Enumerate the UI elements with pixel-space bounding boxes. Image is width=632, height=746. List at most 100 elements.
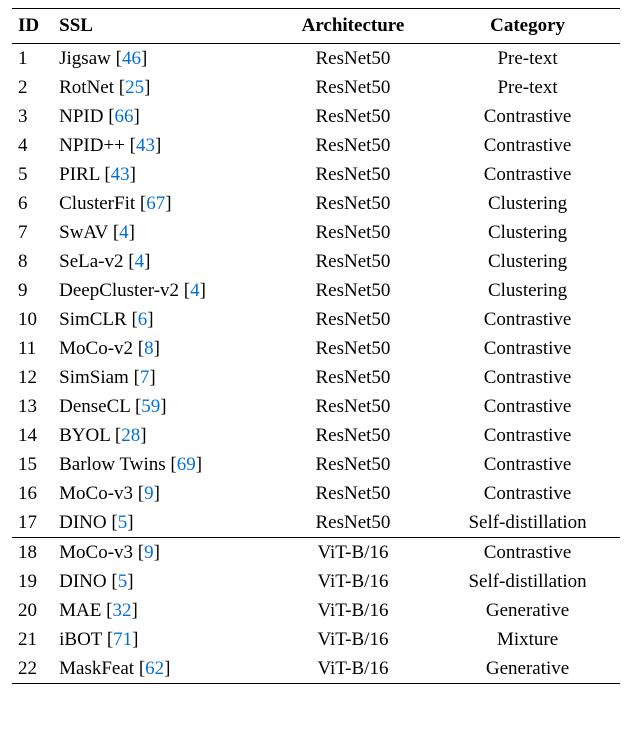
cell-category: Contrastive bbox=[435, 102, 620, 131]
cell-architecture: ResNet50 bbox=[271, 189, 435, 218]
ssl-method-name: MoCo-v3 bbox=[59, 483, 133, 504]
table-row: 12SimSiam [7]ResNet50Contrastive bbox=[12, 363, 620, 392]
citation-link[interactable]: 7 bbox=[140, 367, 150, 388]
ssl-method-name: ClusterFit bbox=[59, 193, 135, 214]
table-row: 9DeepCluster-v2 [4]ResNet50Clustering bbox=[12, 276, 620, 305]
cell-category: Contrastive bbox=[435, 392, 620, 421]
cell-category: Contrastive bbox=[435, 479, 620, 508]
table-row: 20MAE [32]ViT-B/16Generative bbox=[12, 596, 620, 625]
ssl-method-name: SeLa-v2 bbox=[59, 251, 123, 272]
cell-architecture: ViT-B/16 bbox=[271, 538, 435, 568]
table-row: 2RotNet [25]ResNet50Pre-text bbox=[12, 73, 620, 102]
cell-ssl: DeepCluster-v2 [4] bbox=[55, 276, 271, 305]
cell-category: Contrastive bbox=[435, 160, 620, 189]
cell-category: Contrastive bbox=[435, 450, 620, 479]
table-row: 6ClusterFit [67]ResNet50Clustering bbox=[12, 189, 620, 218]
cell-category: Contrastive bbox=[435, 538, 620, 568]
citation-link[interactable]: 66 bbox=[115, 106, 134, 127]
table-row: 7SwAV [4]ResNet50Clustering bbox=[12, 218, 620, 247]
cell-architecture: ResNet50 bbox=[271, 392, 435, 421]
cell-ssl: RotNet [25] bbox=[55, 73, 271, 102]
cell-id: 17 bbox=[12, 508, 55, 538]
table-row: 3NPID [66]ResNet50Contrastive bbox=[12, 102, 620, 131]
ssl-method-name: SwAV bbox=[59, 222, 108, 243]
cell-architecture: ResNet50 bbox=[271, 218, 435, 247]
citation-link[interactable]: 28 bbox=[121, 425, 140, 446]
cell-id: 5 bbox=[12, 160, 55, 189]
cell-ssl: MAE [32] bbox=[55, 596, 271, 625]
ssl-method-name: RotNet bbox=[59, 77, 114, 98]
citation-link[interactable]: 25 bbox=[125, 77, 144, 98]
cell-architecture: ResNet50 bbox=[271, 160, 435, 189]
ssl-method-name: MoCo-v2 bbox=[59, 338, 133, 359]
cell-id: 14 bbox=[12, 421, 55, 450]
cell-category: Clustering bbox=[435, 276, 620, 305]
citation-link[interactable]: 32 bbox=[112, 600, 131, 621]
cell-id: 16 bbox=[12, 479, 55, 508]
citation-link[interactable]: 5 bbox=[118, 571, 128, 592]
ssl-method-name: NPID++ bbox=[59, 135, 125, 156]
table-row: 10SimCLR [6]ResNet50Contrastive bbox=[12, 305, 620, 334]
citation-link[interactable]: 4 bbox=[135, 251, 145, 272]
cell-architecture: ResNet50 bbox=[271, 44, 435, 74]
citation-link[interactable]: 43 bbox=[136, 135, 155, 156]
citation-link[interactable]: 9 bbox=[144, 483, 154, 504]
cell-id: 4 bbox=[12, 131, 55, 160]
citation-link[interactable]: 43 bbox=[111, 164, 130, 185]
citation-link[interactable]: 8 bbox=[144, 338, 154, 359]
citation-link[interactable]: 4 bbox=[119, 222, 129, 243]
ssl-method-name: DINO bbox=[59, 512, 107, 533]
cell-id: 1 bbox=[12, 44, 55, 74]
table-row: 8SeLa-v2 [4]ResNet50Clustering bbox=[12, 247, 620, 276]
cell-category: Contrastive bbox=[435, 421, 620, 450]
cell-ssl: SimCLR [6] bbox=[55, 305, 271, 334]
ssl-method-name: iBOT bbox=[59, 629, 102, 650]
cell-id: 22 bbox=[12, 654, 55, 684]
citation-link[interactable]: 46 bbox=[122, 48, 141, 69]
ssl-method-name: DenseCL bbox=[59, 396, 130, 417]
cell-architecture: ViT-B/16 bbox=[271, 567, 435, 596]
cell-ssl: SimSiam [7] bbox=[55, 363, 271, 392]
citation-link[interactable]: 71 bbox=[113, 629, 132, 650]
cell-ssl: PIRL [43] bbox=[55, 160, 271, 189]
cell-ssl: NPID [66] bbox=[55, 102, 271, 131]
cell-architecture: ResNet50 bbox=[271, 305, 435, 334]
table-row: 11MoCo-v2 [8]ResNet50Contrastive bbox=[12, 334, 620, 363]
cell-architecture: ResNet50 bbox=[271, 479, 435, 508]
header-architecture: Architecture bbox=[271, 9, 435, 44]
citation-link[interactable]: 59 bbox=[141, 396, 160, 417]
cell-id: 21 bbox=[12, 625, 55, 654]
cell-architecture: ResNet50 bbox=[271, 450, 435, 479]
citation-link[interactable]: 4 bbox=[190, 280, 200, 301]
cell-ssl: SwAV [4] bbox=[55, 218, 271, 247]
citation-link[interactable]: 62 bbox=[145, 658, 164, 679]
header-ssl: SSL bbox=[55, 9, 271, 44]
cell-architecture: ResNet50 bbox=[271, 363, 435, 392]
header-category: Category bbox=[435, 9, 620, 44]
cell-architecture: ViT-B/16 bbox=[271, 596, 435, 625]
ssl-method-name: Barlow Twins bbox=[59, 454, 166, 475]
cell-ssl: DenseCL [59] bbox=[55, 392, 271, 421]
cell-ssl: iBOT [71] bbox=[55, 625, 271, 654]
cell-category: Contrastive bbox=[435, 334, 620, 363]
cell-architecture: ResNet50 bbox=[271, 421, 435, 450]
ssl-method-name: SimCLR bbox=[59, 309, 127, 330]
cell-id: 15 bbox=[12, 450, 55, 479]
cell-ssl: NPID++ [43] bbox=[55, 131, 271, 160]
citation-link[interactable]: 5 bbox=[118, 512, 128, 533]
cell-category: Generative bbox=[435, 654, 620, 684]
ssl-method-name: DINO bbox=[59, 571, 107, 592]
cell-category: Pre-text bbox=[435, 73, 620, 102]
cell-ssl: DINO [5] bbox=[55, 567, 271, 596]
cell-architecture: ResNet50 bbox=[271, 131, 435, 160]
citation-link[interactable]: 6 bbox=[138, 309, 148, 330]
citation-link[interactable]: 69 bbox=[177, 454, 196, 475]
cell-category: Contrastive bbox=[435, 363, 620, 392]
cell-ssl: SeLa-v2 [4] bbox=[55, 247, 271, 276]
cell-ssl: MoCo-v3 [9] bbox=[55, 479, 271, 508]
cell-id: 18 bbox=[12, 538, 55, 568]
citation-link[interactable]: 9 bbox=[144, 542, 154, 563]
table-row: 15Barlow Twins [69]ResNet50Contrastive bbox=[12, 450, 620, 479]
cell-architecture: ResNet50 bbox=[271, 276, 435, 305]
citation-link[interactable]: 67 bbox=[146, 193, 165, 214]
